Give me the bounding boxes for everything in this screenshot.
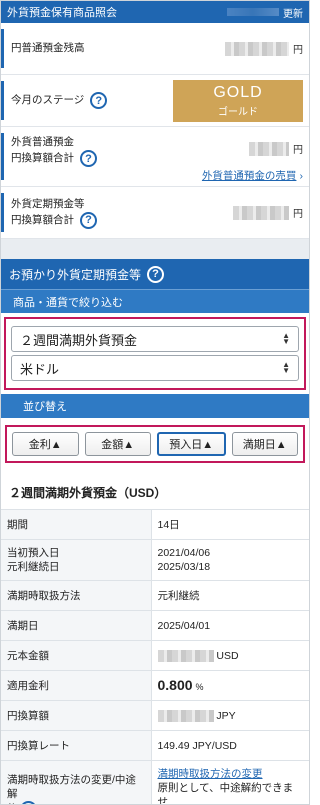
table-row: 満期日 2025/04/01	[1, 610, 309, 641]
maturity-date-label: 満期日	[1, 610, 152, 641]
product-select[interactable]: ２週間満期外貨預金 ▲ ▼	[11, 326, 299, 352]
maturity-handling-label: 満期時取扱方法	[1, 580, 152, 611]
stage-label: 今月のステージ	[11, 94, 85, 106]
select-arrows-icon: ▲ ▼	[282, 331, 290, 346]
stage-row: 今月のステージ ? GOLD ゴールド	[1, 75, 309, 127]
fx-rate-label: 円換算レート	[1, 730, 152, 761]
yen-amount-masked-value	[157, 709, 214, 722]
continuation-date-label: 元利継続日	[7, 561, 60, 573]
change-help-icon[interactable]: ?	[19, 800, 37, 804]
yen-balance-row: 円普通預金残高 円	[1, 23, 309, 75]
principal-label: 元本金額	[1, 640, 152, 671]
principal-masked-value	[157, 649, 214, 662]
table-row: 期間 14日	[1, 509, 309, 540]
table-row: 円換算額 JPY	[1, 700, 309, 731]
rate-label: 適用金利	[1, 670, 152, 701]
fx-ordinary-label-2: 円換算額合計	[11, 152, 74, 164]
sort-area: 金利▲ 金額▲ 預入日▲ 満期日▲	[1, 418, 309, 470]
currency-select-value: 米ドル	[20, 361, 60, 377]
rate-unit: %	[195, 681, 204, 692]
stage-gold-badge: GOLD ゴールド	[173, 79, 303, 122]
app-frame: 外貨預金保有商品照会 更新 円普通預金残高 円 今月のステージ ? GOLD ゴ…	[0, 0, 310, 805]
table-row: 満期時取扱方法の変更/中途解 約 ? 満期時取扱方法の変更 原則として、中途解約…	[1, 760, 309, 805]
yen-amount-label: 円換算額	[1, 700, 152, 731]
masked-header-info	[227, 8, 279, 16]
section-gap	[1, 239, 309, 259]
fx-time-label-1: 外貨定期預金等	[11, 197, 85, 210]
product-details-table: 期間 14日 当初預入日 元利継続日 2021/04/06 2025/03/18…	[1, 509, 309, 805]
stage-gold-text: GOLD	[213, 83, 263, 101]
continuation-date-value: 2025/03/18	[157, 561, 211, 573]
period-label: 期間	[1, 509, 152, 540]
change-label-1: 満期時取扱方法の変更/中途解	[7, 773, 136, 800]
fx-ordinary-unit: 円	[293, 145, 303, 156]
fx-time-masked-value	[233, 205, 289, 220]
change-maturity-handling-link[interactable]: 満期時取扱方法の変更	[158, 767, 304, 781]
product-title: ２週間満期外貨預金（USD）	[9, 486, 167, 500]
fx-ordinary-masked-value	[249, 141, 289, 156]
refresh-link[interactable]: 更新	[283, 5, 303, 20]
table-row: 円換算レート 149.49 JPY/USD	[1, 730, 309, 761]
fx-rate-value: 149.49 JPY/USD	[151, 730, 309, 761]
initial-deposit-date-value: 2021/04/06	[157, 547, 211, 559]
deposits-section-title: お預かり外貨定期預金等	[9, 267, 142, 282]
maturity-handling-value: 元利継続	[151, 580, 309, 611]
product-select-value: ２週間満期外貨預金	[20, 332, 138, 348]
sort-buttons: 金利▲ 金額▲ 預入日▲ 満期日▲	[5, 425, 305, 463]
initial-deposit-date-label: 当初預入日	[7, 547, 60, 559]
filter-selects: ２週間満期外貨預金 ▲ ▼ 米ドル ▲ ▼	[4, 317, 306, 390]
page-header: 外貨預金保有商品照会 更新	[1, 1, 309, 23]
sort-rate-button[interactable]: 金利▲	[12, 432, 79, 456]
fx-ordinary-label-1: 外貨普通預金	[11, 136, 74, 148]
page-title: 外貨預金保有商品照会	[7, 7, 117, 19]
table-row: 元本金額 USD	[1, 640, 309, 671]
fx-time-unit: 円	[293, 209, 303, 220]
table-row: 当初預入日 元利継続日 2021/04/06 2025/03/18	[1, 539, 309, 581]
change-note: 原則として、中途解約できませ	[157, 782, 294, 805]
sort-amount-button[interactable]: 金額▲	[84, 432, 151, 456]
sort-header: 並び替え	[1, 394, 309, 418]
yen-balance-label: 円普通預金残高	[11, 42, 85, 54]
fx-time-label-2: 円換算額合計	[11, 213, 74, 226]
period-value: 14日	[151, 509, 309, 540]
fx-time-row: 外貨定期預金等 円換算額合計 ? 円	[1, 187, 309, 239]
fx-ordinary-row: 外貨普通預金 円換算額合計 ? 円 外貨普通預金の売買 ›	[1, 127, 309, 187]
table-row: 満期時取扱方法 元利継続	[1, 580, 309, 611]
maturity-date-value: 2025/04/01	[151, 610, 309, 641]
currency-select[interactable]: 米ドル ▲ ▼	[11, 355, 299, 381]
sort-maturity-date-button[interactable]: 満期日▲	[231, 432, 298, 456]
chevron-right-icon: ›	[299, 170, 304, 182]
select-arrows-icon: ▲ ▼	[282, 360, 290, 375]
principal-unit: USD	[216, 649, 239, 662]
deposits-help-icon[interactable]: ?	[147, 265, 165, 283]
fx-time-help-icon[interactable]: ?	[80, 211, 97, 229]
sort-title: 並び替え	[23, 401, 67, 413]
filter-title: 商品・通貨で絞り込む	[13, 296, 123, 309]
filter-header: 商品・通貨で絞り込む	[1, 289, 309, 313]
rate-value: 0.800	[157, 676, 193, 693]
sort-deposit-date-button[interactable]: 預入日▲	[157, 432, 226, 456]
yen-balance-unit: 円	[293, 45, 303, 56]
yen-balance-masked-value	[225, 41, 289, 56]
yen-amount-unit: JPY	[216, 709, 236, 722]
deposits-section-header: お預かり外貨定期預金等 ?	[1, 259, 309, 289]
stage-gold-subtext: ゴールド	[218, 106, 258, 118]
fx-ordinary-trade-link[interactable]: 外貨普通預金の売買	[202, 170, 297, 182]
table-row: 適用金利 0.800 %	[1, 670, 309, 701]
fx-ordinary-help-icon[interactable]: ?	[80, 150, 97, 167]
stage-help-icon[interactable]: ?	[90, 92, 108, 109]
